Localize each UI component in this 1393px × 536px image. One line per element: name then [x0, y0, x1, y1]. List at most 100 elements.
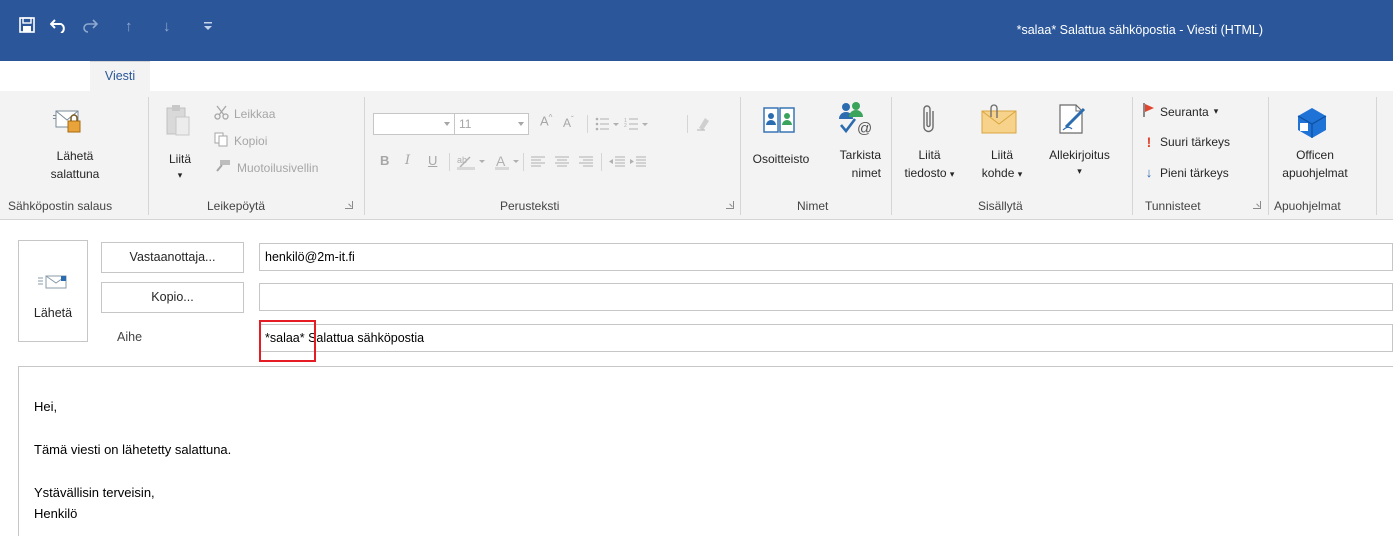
- attach-item-line1: Liitä: [990, 148, 1013, 162]
- group-label-names: Nimet: [797, 199, 829, 213]
- divider: [449, 153, 450, 171]
- follow-up-button[interactable]: Seuranta ▾: [1143, 103, 1218, 120]
- underline-button[interactable]: U: [428, 153, 437, 168]
- group-tags: Seuranta ▾ ! Suuri tärkeys ↓ Pieni tärke…: [1133, 91, 1268, 219]
- send-encrypted-icon: [53, 105, 83, 140]
- arrow-down-icon[interactable]: ↓: [163, 17, 171, 37]
- customize-qat-icon[interactable]: [203, 18, 213, 38]
- group-addins: Officen apuohjelmat Apuohjelmat: [1269, 91, 1379, 219]
- align-center-icon[interactable]: [555, 156, 569, 171]
- tell-me-search[interactable]: Kerro mitä haluat tehdä: [775, 61, 923, 91]
- paste-button[interactable]: Liitä ▾: [160, 150, 200, 182]
- redo-icon[interactable]: [82, 17, 99, 39]
- high-importance-label: Suuri tärkeys: [1160, 135, 1231, 149]
- bold-button[interactable]: B: [380, 153, 389, 168]
- check-names-button[interactable]: Tarkista nimet: [821, 146, 881, 182]
- chevron-down-icon: [518, 122, 524, 126]
- numbering-icon[interactable]: 12: [624, 117, 648, 134]
- group-label-tags: Tunnisteet: [1145, 199, 1201, 213]
- group-include: Liitä tiedosto ▾ Liitä kohde ▾ Allekirjo…: [892, 91, 1132, 219]
- ribbon: Lähetä salattuna Sähköpostin salaus Liit…: [0, 91, 1393, 220]
- bullets-icon[interactable]: [595, 117, 619, 134]
- to-button[interactable]: Vastaanottaja...: [101, 242, 244, 273]
- arrow-up-icon[interactable]: ↑: [125, 17, 133, 37]
- dialog-launcher-icon[interactable]: [726, 201, 734, 209]
- tab-f-secure[interactable]: F-SECURE: [668, 61, 732, 91]
- cut-label: Leikkaa: [234, 107, 276, 121]
- send-label: Lähetä: [33, 306, 73, 320]
- lightbulb-icon: [775, 68, 788, 85]
- dialog-launcher-icon[interactable]: [1253, 201, 1261, 209]
- cc-field[interactable]: [259, 283, 1393, 311]
- cc-button[interactable]: Kopio...: [101, 282, 244, 313]
- office-addins-icon: [1296, 107, 1328, 142]
- scissors-icon: [214, 105, 229, 123]
- chevron-down-icon: [444, 122, 450, 126]
- office-addins-line2: apuohjelmat: [1282, 166, 1348, 180]
- chevron-down-icon: ▾: [1077, 166, 1082, 176]
- send-button[interactable]: Lähetä: [18, 240, 88, 342]
- tab-format-text[interactable]: Muotoile tekstiä: [358, 61, 445, 91]
- send-encrypted-button[interactable]: Lähetä salattuna: [20, 147, 130, 183]
- send-encrypted-line1: Lähetä: [56, 149, 94, 163]
- undo-icon[interactable]: [49, 17, 68, 39]
- tab-file[interactable]: Tiedosto: [15, 61, 62, 91]
- send-encrypted-line2: salattuna: [50, 167, 100, 181]
- align-left-icon[interactable]: [531, 156, 545, 171]
- font-size-combo[interactable]: 11: [454, 113, 529, 135]
- office-addins-line1: Officen: [1296, 148, 1334, 162]
- increase-indent-icon[interactable]: [630, 156, 646, 171]
- grow-font-icon[interactable]: A^: [540, 113, 552, 128]
- paperclip-icon: [922, 103, 936, 138]
- align-right-icon[interactable]: [579, 156, 593, 171]
- dialog-launcher-icon[interactable]: [345, 201, 353, 209]
- highlight-box: [259, 320, 316, 362]
- svg-text:ab: ab: [457, 155, 467, 165]
- save-icon[interactable]: [19, 17, 35, 39]
- font-color-icon[interactable]: A: [495, 153, 525, 174]
- high-importance-button[interactable]: ! Suuri tärkeys: [1143, 134, 1230, 150]
- tab-options[interactable]: Asetukset: [253, 61, 308, 91]
- tab-message[interactable]: Viesti: [90, 61, 150, 91]
- tab-help[interactable]: Ohje: [598, 61, 624, 91]
- font-name-combo[interactable]: [373, 113, 455, 135]
- format-painter-label: Muotoilusivellin: [237, 160, 319, 175]
- chevron-down-icon: ▾: [1017, 169, 1023, 179]
- attach-item-icon: [980, 103, 1018, 138]
- check-names-line2: nimet: [851, 166, 881, 180]
- decrease-indent-icon[interactable]: [609, 156, 625, 171]
- follow-up-label: Seuranta: [1160, 104, 1209, 119]
- group-email-encryption: Lähetä salattuna Sähköpostin salaus: [0, 91, 150, 219]
- copy-icon: [214, 132, 229, 150]
- subject-field[interactable]: *salaa* Salattua sähköpostia: [259, 324, 1393, 352]
- italic-button[interactable]: I: [405, 153, 410, 168]
- chevron-down-icon: ▾: [949, 169, 955, 179]
- arrow-down-icon: ↓: [1145, 165, 1153, 180]
- body-line: Tämä viesti on lähetetty salattuna.: [34, 442, 232, 457]
- group-clipboard: Liitä ▾ Leikkaa Kopioi Muotoilusivellin …: [150, 91, 365, 219]
- clear-formatting-icon[interactable]: [695, 115, 711, 134]
- tab-insert[interactable]: Lisää: [180, 61, 210, 91]
- signature-button[interactable]: Allekirjoitus ▾: [1042, 146, 1117, 178]
- paste-dropdown-icon: ▾: [177, 170, 183, 180]
- attach-file-button[interactable]: Liitä tiedosto ▾: [897, 146, 962, 183]
- copy-button[interactable]: Kopioi: [214, 132, 267, 150]
- office-addins-button[interactable]: Officen apuohjelmat: [1274, 146, 1356, 182]
- address-book-icon: [763, 105, 795, 138]
- shrink-font-icon[interactable]: Aˇ: [563, 115, 574, 130]
- svg-text:2: 2: [624, 123, 627, 129]
- attach-item-button[interactable]: Liitä kohde ▾: [972, 146, 1032, 183]
- cut-button[interactable]: Leikkaa: [214, 105, 275, 123]
- tab-review[interactable]: Tarkista: [515, 61, 558, 91]
- highlight-color-icon[interactable]: ab: [457, 153, 487, 174]
- message-body[interactable]: Hei, Tämä viesti on lähetetty salattuna.…: [18, 366, 1393, 536]
- format-painter-button[interactable]: Muotoilusivellin: [214, 159, 318, 176]
- group-basic-text: 11 A^ Aˇ 12 B I U ab A Perusteksti: [365, 91, 740, 219]
- address-book-button[interactable]: Osoitteisto: [746, 150, 816, 168]
- window-title: *salaa* Salattua sähköpostia - Viesti (H…: [1016, 23, 1263, 37]
- to-field[interactable]: henkilö@2m-it.fi: [259, 243, 1393, 271]
- group-names: Osoitteisto @ Tarkista nimet Nimet: [741, 91, 891, 219]
- low-importance-button[interactable]: ↓ Pieni tärkeys: [1143, 165, 1229, 180]
- divider: [1376, 97, 1377, 215]
- signature-label: Allekirjoitus: [1049, 148, 1110, 162]
